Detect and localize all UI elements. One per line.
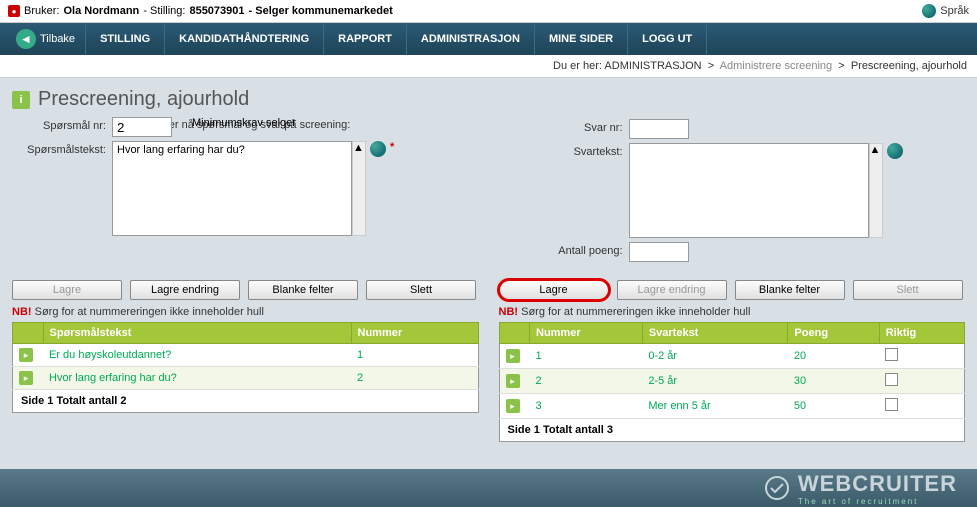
sporsmalstekst-input[interactable]: Hvor lang erfaring har du?	[112, 141, 352, 236]
table-row[interactable]: ▸ 2 2-5 år 30	[499, 369, 965, 394]
nb-prefix-a: NB!	[499, 306, 519, 318]
bc-prefix: Du er her:	[553, 60, 602, 72]
table-row[interactable]: ▸ Hvor lang erfaring har du? 2	[13, 367, 479, 390]
svar-nr-input[interactable]	[629, 119, 689, 139]
breadcrumb: Du er her: ADMINISTRASJON > Administrere…	[0, 55, 977, 78]
questions-table: Spørsmålstekst Nummer ▸ Er du høyskoleut…	[12, 322, 479, 390]
blanke-felter-button-a[interactable]: Blanke felter	[735, 280, 845, 300]
q-text: Hvor lang erfaring har du?	[43, 367, 351, 390]
definer-line2: Minimumskrav selger	[192, 117, 296, 129]
nb-text-a: Sørg for at nummereringen ikke inneholde…	[521, 306, 750, 318]
svar-nr-label: Svar nr:	[499, 119, 629, 134]
bc-screening[interactable]: Administrere screening	[720, 60, 833, 72]
back-label: Tilbake	[40, 33, 75, 45]
col-nummer-a: Nummer	[530, 323, 643, 344]
svartekst-label: Svartekst:	[499, 143, 629, 158]
tab-rapport[interactable]: RAPPORT	[323, 23, 406, 55]
arrow-right-icon: ▸	[19, 348, 33, 362]
nb-warning-q: NB! Sørg for at nummereringen ikke inneh…	[12, 306, 479, 318]
tab-stilling[interactable]: STILLING	[85, 23, 164, 55]
sporsmal-nr-input[interactable]	[112, 117, 172, 137]
tab-admin[interactable]: ADMINISTRASJON	[406, 23, 534, 55]
scroll-indicator-r: ▲	[869, 143, 883, 238]
col-poeng: Poeng	[788, 323, 879, 344]
arrow-right-icon: ▸	[506, 349, 520, 363]
arrow-right-icon: ▸	[506, 374, 520, 388]
arrow-right-icon: ▸	[19, 371, 33, 385]
a-text: Mer enn 5 år	[642, 394, 788, 419]
record-icon: ●	[8, 5, 20, 17]
col-nummer: Nummer	[351, 323, 478, 344]
q-text: Er du høyskoleutdannet?	[43, 344, 351, 367]
bc-current: Prescreening, ajourhold	[851, 60, 967, 72]
pager-a: Side 1 Totalt antall 3	[499, 419, 966, 442]
riktig-checkbox[interactable]	[885, 373, 898, 386]
bc-admin[interactable]: ADMINISTRASJON	[604, 60, 701, 72]
translate-icon[interactable]	[370, 141, 386, 157]
a-num: 3	[530, 394, 643, 419]
translate-icon-r[interactable]	[887, 143, 903, 159]
required-icon: *	[390, 141, 394, 153]
language-label: Språk	[940, 5, 969, 17]
col-svartekst: Svartekst	[642, 323, 788, 344]
answers-table: Nummer Svartekst Poeng Riktig ▸ 1 0-2 år…	[499, 322, 966, 419]
bruker-label: Bruker:	[24, 5, 59, 17]
riktig-checkbox[interactable]	[885, 348, 898, 361]
slett-button-a[interactable]: Slett	[853, 280, 963, 300]
info-icon: i	[12, 91, 30, 109]
nb-text: Sørg for at nummereringen ikke inneholde…	[35, 306, 264, 318]
col-sporsmalstekst: Spørsmålstekst	[43, 323, 351, 344]
user-bar: ● Bruker: Ola Nordmann - Stilling: 85507…	[0, 0, 977, 23]
slett-button-q[interactable]: Slett	[366, 280, 476, 300]
bruker-name: Ola Nordmann	[63, 5, 139, 17]
q-num: 1	[351, 344, 478, 367]
q-num: 2	[351, 367, 478, 390]
scroll-indicator: ▲	[352, 141, 366, 236]
antall-poeng-label: Antall poeng:	[499, 242, 629, 257]
pager-q: Side 1 Totalt antall 2	[12, 390, 479, 413]
language-selector[interactable]: Språk	[922, 4, 969, 18]
a-poeng: 20	[788, 344, 879, 369]
brand-tagline: The art of recruitment	[798, 497, 957, 506]
stilling-label: - Stilling:	[143, 5, 185, 17]
page-title-row: i Prescreening, ajourhold	[12, 88, 965, 111]
table-row[interactable]: ▸ 3 Mer enn 5 år 50	[499, 394, 965, 419]
a-num: 1	[530, 344, 643, 369]
arrow-right-icon: ▸	[506, 399, 520, 413]
blanke-felter-button-q[interactable]: Blanke felter	[248, 280, 358, 300]
logo-icon	[764, 475, 790, 501]
riktig-checkbox[interactable]	[885, 398, 898, 411]
antall-poeng-input[interactable]	[629, 242, 689, 262]
a-poeng: 50	[788, 394, 879, 419]
stilling-desc: - Selger kommunemarkedet	[249, 5, 393, 17]
back-arrow-icon: ◄	[16, 29, 36, 49]
col-riktig: Riktig	[879, 323, 964, 344]
footer: WEBCRUITER The art of recruitment	[0, 469, 977, 507]
globe-icon	[922, 4, 936, 18]
a-num: 2	[530, 369, 643, 394]
lagre-endring-button-q[interactable]: Lagre endring	[130, 280, 240, 300]
a-poeng: 30	[788, 369, 879, 394]
nb-prefix: NB!	[12, 306, 32, 318]
sporsmal-nr-label: Spørsmål nr:	[12, 117, 112, 132]
svartekst-input[interactable]	[629, 143, 869, 238]
tab-logg-ut[interactable]: LOGG UT	[627, 23, 707, 55]
table-row[interactable]: ▸ Er du høyskoleutdannet? 1	[13, 344, 479, 367]
page-title: Prescreening, ajourhold	[38, 88, 249, 111]
back-button[interactable]: ◄ Tilbake	[6, 29, 85, 49]
a-text: 0-2 år	[642, 344, 788, 369]
tab-mine-sider[interactable]: MINE SIDER	[534, 23, 627, 55]
a-text: 2-5 år	[642, 369, 788, 394]
lagre-button-q[interactable]: Lagre	[12, 280, 122, 300]
sporsmalstekst-label: Spørsmålstekst:	[12, 141, 112, 156]
main-nav: ◄ Tilbake STILLING KANDIDATHÅNDTERING RA…	[0, 23, 977, 55]
lagre-endring-button-a[interactable]: Lagre endring	[617, 280, 727, 300]
table-row[interactable]: ▸ 1 0-2 år 20	[499, 344, 965, 369]
tab-kandidat[interactable]: KANDIDATHÅNDTERING	[164, 23, 323, 55]
lagre-button-a[interactable]: Lagre	[499, 280, 609, 300]
brand-name: WEBCRUITER	[798, 471, 957, 497]
nb-warning-a: NB! Sørg for at nummereringen ikke inneh…	[499, 306, 966, 318]
stilling-id: 855073901	[189, 5, 244, 17]
